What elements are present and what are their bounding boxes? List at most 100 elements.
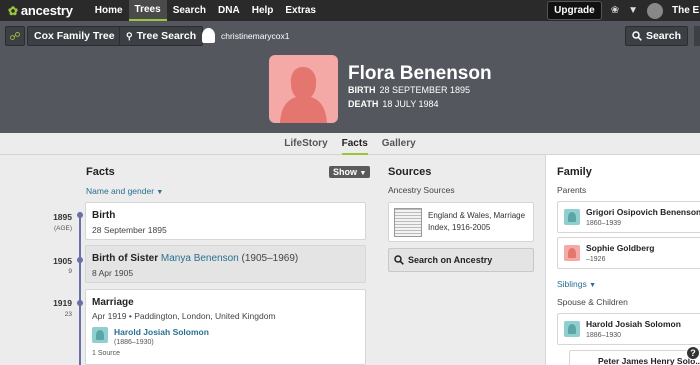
death-label: DEATH (348, 99, 379, 109)
tab-facts[interactable]: Facts (341, 133, 368, 155)
timeline-dot (77, 300, 83, 306)
show-label: Show (333, 167, 357, 177)
spouse-link[interactable]: Harold Josiah Solomon (114, 327, 209, 337)
toolbar-more[interactable] (694, 26, 700, 46)
nav-search[interactable]: Search (167, 0, 212, 21)
person-icon (202, 28, 215, 43)
female-avatar-icon (564, 245, 580, 261)
tree-name: Cox Family Tree (34, 30, 115, 42)
family-member-dates: 1860–1939 (586, 220, 622, 227)
brand-text: ancestry (20, 3, 73, 18)
fact-title-prefix: Birth of Sister (92, 253, 159, 264)
family-member-card[interactable]: Grigori Osipovich Benenson 1860–1939 (557, 201, 700, 233)
event-age: 23 (64, 311, 72, 318)
spouse-children-label: Spouse & Children (557, 297, 628, 307)
fact-date: 8 Apr 1905 (92, 268, 134, 278)
ancestry-sources-label: Ancestry Sources (388, 185, 455, 195)
birth-line: BIRTH 28 SEPTEMBER 1895 (348, 85, 470, 95)
family-member-name: Grigori Osipovich Benenson (586, 207, 700, 217)
ancestry-logo[interactable]: ✿ ancestry (8, 3, 73, 18)
event-year: 1905 (53, 256, 72, 266)
search-button[interactable]: Search (624, 26, 688, 46)
home-person[interactable]: christinemarycox1 (202, 28, 290, 43)
account-name[interactable]: The E (672, 5, 700, 16)
sources-title: Sources (388, 166, 432, 178)
facts-column: Facts Show ▼ Name and gender ▼ 1895 (AGE… (0, 155, 378, 365)
home-person-name: christinemarycox1 (221, 30, 290, 41)
siblings-toggle[interactable]: Siblings ▼ (557, 279, 596, 289)
facts-title: Facts (86, 166, 115, 178)
fact-date: 28 September 1895 (92, 225, 167, 235)
timeline-line (79, 212, 81, 365)
spouse-dates: (1886–1930) (114, 339, 154, 346)
profile-tabs: LifeStory Facts Gallery (0, 133, 700, 155)
parents-label: Parents (557, 185, 587, 195)
search-on-ancestry-button[interactable]: Search on Ancestry (388, 248, 534, 272)
record-image-icon (394, 208, 422, 237)
search-icon (632, 31, 642, 41)
death-line: DEATH 18 JULY 1984 (348, 99, 439, 109)
search-label: Search (645, 30, 681, 42)
fact-title: Birth (92, 210, 116, 221)
fact-card-marriage[interactable]: Marriage Apr 1919 • Paddington, London, … (85, 289, 366, 365)
source-title: England & Wales, Marriage Index, 1916-20… (428, 211, 526, 232)
sources-column: Sources Ancestry Sources England & Wales… (378, 155, 545, 365)
nav-help[interactable]: Help (246, 0, 280, 21)
account-avatar[interactable] (647, 2, 663, 19)
profile-photo-placeholder[interactable] (269, 55, 338, 123)
relative-link[interactable]: Manya Benenson (161, 253, 239, 264)
person-header: ☍ Cox Family Tree ▼ ⚲ Tree Search christ… (0, 21, 700, 133)
family-title: Family (557, 166, 592, 178)
tab-lifestory[interactable]: LifeStory (284, 133, 327, 155)
fact-card-birth[interactable]: Birth 28 September 1895 (85, 202, 366, 240)
fact-title: Marriage (92, 297, 134, 308)
tree-view-icon[interactable]: ☍ (5, 26, 25, 46)
siblings-label: Siblings (557, 279, 587, 289)
family-member-card[interactable]: Harold Josiah Solomon 1886–1930 (557, 313, 700, 345)
family-member-name: Sophie Goldberg (586, 243, 655, 253)
chevron-down-icon: ▼ (359, 170, 367, 177)
person-search-icon: ⚲ (126, 30, 133, 41)
relative-dates: (1905–1969) (241, 253, 299, 264)
search-on-ancestry-label: Search on Ancestry (408, 255, 493, 265)
family-member-name: Harold Josiah Solomon (586, 319, 681, 329)
nav-extras[interactable]: Extras (279, 0, 322, 21)
family-member-dates: –1926 (586, 256, 606, 263)
family-column: Family Parents Grigori Osipovich Benenso… (545, 155, 700, 365)
family-member-card-child[interactable]: Peter James Henry Solo... (569, 350, 700, 365)
tree-selector-button[interactable]: Cox Family Tree ▼ (27, 26, 134, 46)
source-card[interactable]: England & Wales, Marriage Index, 1916-20… (388, 202, 534, 242)
name-gender-label: Name and gender (86, 186, 155, 196)
nav-trees[interactable]: Trees (128, 0, 167, 21)
hint-leaf-icon[interactable]: ❀ (611, 5, 619, 16)
family-member-name: Peter James Henry Solo... (598, 356, 700, 365)
event-age: (AGE) (53, 225, 72, 232)
timeline-dot (77, 257, 83, 263)
fact-title: Birth of Sister Manya Benenson (1905–196… (92, 253, 298, 264)
death-date: 18 JULY 1984 (382, 99, 439, 109)
fact-card-sister-birth[interactable]: Birth of Sister Manya Benenson (1905–196… (85, 245, 366, 283)
nav-home[interactable]: Home (89, 0, 129, 21)
leaf-icon: ✿ (8, 3, 18, 18)
male-avatar-icon (92, 327, 108, 343)
tree-search-button[interactable]: ⚲ Tree Search (119, 26, 204, 46)
female-silhouette-icon (280, 67, 327, 123)
fact-date-place: Apr 1919 • Paddington, London, United Ki… (92, 311, 276, 321)
event-year: 1919 (53, 298, 72, 308)
upgrade-button[interactable]: Upgrade (547, 1, 602, 20)
family-member-card[interactable]: Sophie Goldberg –1926 (557, 237, 700, 269)
source-count[interactable]: 1 Source (92, 350, 120, 357)
chevron-down-icon: ▼ (156, 189, 164, 196)
help-icon[interactable]: ? (686, 346, 700, 360)
person-name: Flora Benenson (348, 63, 492, 84)
notifications-icon[interactable]: ▼ (628, 5, 638, 16)
event-age: 9 (68, 268, 72, 275)
male-avatar-icon (564, 209, 580, 225)
tab-gallery[interactable]: Gallery (382, 133, 416, 155)
show-filter-button[interactable]: Show ▼ (329, 166, 371, 178)
search-icon (394, 255, 404, 265)
top-nav: ✿ ancestry Home Trees Search DNA Help Ex… (0, 0, 700, 21)
chevron-down-icon: ▼ (589, 282, 597, 289)
nav-dna[interactable]: DNA (212, 0, 246, 21)
name-gender-link[interactable]: Name and gender ▼ (86, 186, 163, 196)
